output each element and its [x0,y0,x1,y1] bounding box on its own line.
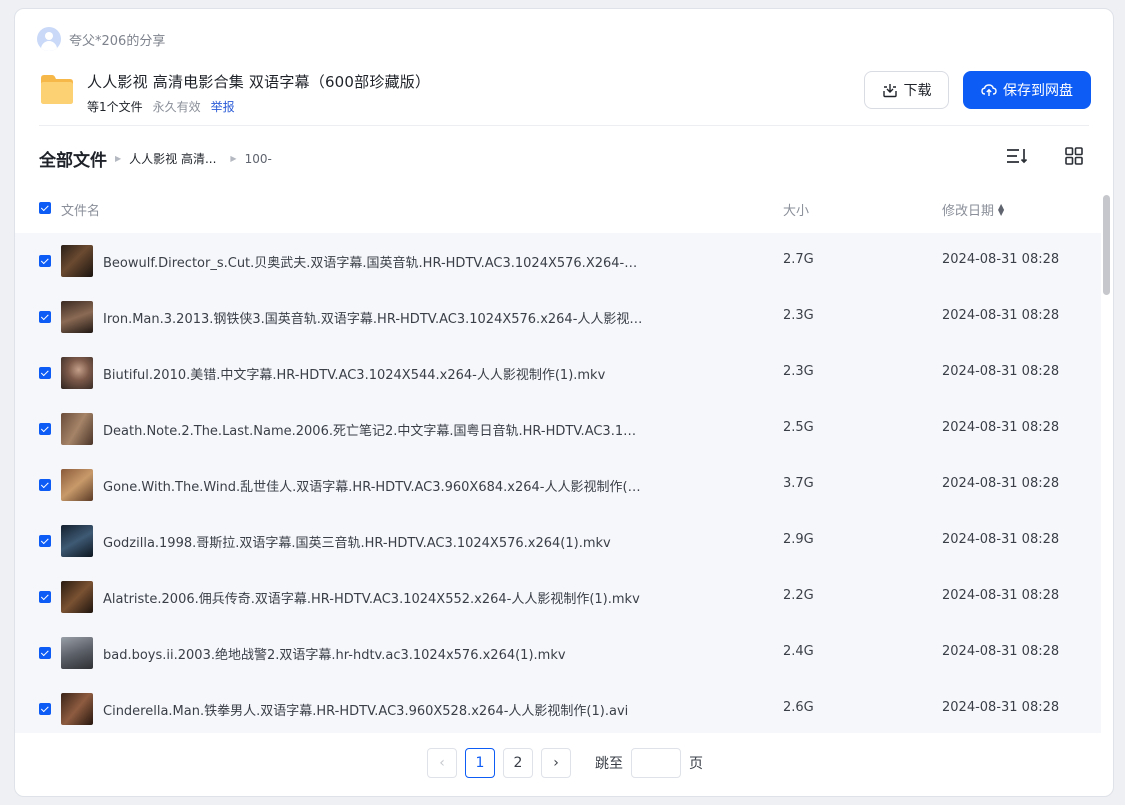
file-size: 2.3G [783,308,814,323]
file-size: 2.7G [783,252,814,267]
report-link[interactable]: 举报 [211,98,235,115]
sharer-name: 夸父*206的分享 [69,33,166,49]
row-checkbox[interactable] [39,703,51,715]
row-checkbox[interactable] [39,479,51,491]
file-size: 2.4G [783,644,814,659]
table-row[interactable]: bad.boys.ii.2003.绝地战警2.双语字幕.hr-hdtv.ac3.… [15,625,1101,681]
breadcrumb: 全部文件 ▶ 人人影视 高清... ▶ 100- [39,146,272,171]
column-header-date-label: 修改日期 [942,204,995,219]
page-button-2[interactable]: 2 [503,748,533,778]
file-name: bad.boys.ii.2003.绝地战警2.双语字幕.hr-hdtv.ac3.… [103,648,566,663]
file-list: Beowulf.Director_s.Cut.贝奥武夫.双语字幕.国英音轨.HR… [15,233,1101,733]
prev-page-button[interactable]: ‹ [427,748,457,778]
file-name: Iron.Man.3.2013.钢铁侠3.国英音轨.双语字幕.HR-HDTV.A… [103,312,643,327]
breadcrumb-item[interactable]: 人人影视 高清... [129,150,216,167]
table-row[interactable]: Cinderella.Man.铁拳男人.双语字幕.HR-HDTV.AC3.960… [15,681,1101,733]
row-checkbox[interactable] [39,367,51,379]
file-name: Gone.With.The.Wind.乱世佳人.双语字幕.HR-HDTV.AC3… [103,480,643,495]
scrollbar-thumb[interactable] [1103,195,1110,295]
column-header-size[interactable]: 大小 [783,200,809,219]
file-name: Biutiful.2010.美错.中文字幕.HR-HDTV.AC3.1024X5… [103,368,606,383]
chevron-right-icon: ▶ [115,154,122,163]
file-date: 2024-08-31 08:28 [942,532,1060,547]
file-date: 2024-08-31 08:28 [942,308,1060,323]
validity-text: 永久有效 [152,100,201,114]
cloud-upload-icon [981,84,997,96]
video-thumbnail-icon [61,301,93,333]
video-thumbnail-icon [61,357,93,389]
row-checkbox[interactable] [39,311,51,323]
table-row[interactable]: Beowulf.Director_s.Cut.贝奥武夫.双语字幕.国英音轨.HR… [15,233,1101,289]
table-row[interactable]: Gone.With.The.Wind.乱世佳人.双语字幕.HR-HDTV.AC3… [15,457,1101,513]
breadcrumb-root[interactable]: 全部文件 [39,146,107,171]
share-meta: 等1个文件 永久有效 举报 [87,98,430,115]
select-all-checkbox[interactable] [39,202,51,214]
table-row[interactable]: Iron.Man.3.2013.钢铁侠3.国英音轨.双语字幕.HR-HDTV.A… [15,289,1101,345]
video-thumbnail-icon [61,581,93,613]
file-date: 2024-08-31 08:28 [942,588,1060,603]
file-date: 2024-08-31 08:28 [942,644,1060,659]
video-thumbnail-icon [61,469,93,501]
file-date: 2024-08-31 08:28 [942,700,1060,715]
row-checkbox[interactable] [39,255,51,267]
download-label: 下载 [903,83,932,99]
video-thumbnail-icon [61,245,93,277]
file-size: 2.2G [783,588,814,603]
download-icon [882,84,897,98]
table-header: 文件名 大小 修改日期 ▲ ▼ [39,197,1101,221]
download-button[interactable]: 下载 [864,71,949,109]
file-date: 2024-08-31 08:28 [942,252,1060,267]
chevron-right-icon: ▶ [230,154,237,163]
file-name: Godzilla.1998.哥斯拉.双语字幕.国英三音轨.HR-HDTV.AC3… [103,536,611,551]
sort-arrows-icon: ▲ ▼ [998,201,1005,217]
video-thumbnail-icon [61,413,93,445]
file-date: 2024-08-31 08:28 [942,476,1060,491]
file-date: 2024-08-31 08:28 [942,420,1060,435]
file-size: 2.6G [783,700,814,715]
file-count: 等1个文件 [87,100,143,114]
save-label: 保存到网盘 [1003,83,1073,99]
share-title-block: 人人影视 高清电影合集 双语字幕（600部珍藏版） 等1个文件 永久有效 举报 [87,71,430,115]
file-size: 2.5G [783,420,814,435]
share-title: 人人影视 高清电影合集 双语字幕（600部珍藏版） [87,73,431,91]
column-header-name[interactable]: 文件名 [61,200,100,219]
next-page-button[interactable]: › [541,748,571,778]
file-name: Alatriste.2006.佣兵传奇.双语字幕.HR-HDTV.AC3.102… [103,592,640,607]
jump-page-suffix: 页 [689,756,703,772]
user-avatar-icon [37,27,61,51]
file-size: 3.7G [783,476,814,491]
sharer-info: 夸父*206的分享 [37,27,165,51]
file-name: Death.Note.2.The.Last.Name.2006.死亡笔记2.中文… [103,424,643,439]
pagination: ‹ 1 2 › 跳至 页 [427,748,703,778]
table-row[interactable]: Alatriste.2006.佣兵传奇.双语字幕.HR-HDTV.AC3.102… [15,569,1101,625]
table-row[interactable]: Death.Note.2.The.Last.Name.2006.死亡笔记2.中文… [15,401,1101,457]
table-row[interactable]: Biutiful.2010.美错.中文字幕.HR-HDTV.AC3.1024X5… [15,345,1101,401]
sort-list-icon[interactable] [1005,145,1029,167]
video-thumbnail-icon [61,637,93,669]
header-divider [39,125,1089,126]
table-row[interactable]: Godzilla.1998.哥斯拉.双语字幕.国英三音轨.HR-HDTV.AC3… [15,513,1101,569]
page-button-1[interactable]: 1 [465,748,495,778]
file-name: Cinderella.Man.铁拳男人.双语字幕.HR-HDTV.AC3.960… [103,704,629,719]
row-checkbox[interactable] [39,647,51,659]
vertical-scrollbar[interactable] [1101,195,1111,735]
grid-view-icon[interactable] [1063,145,1085,167]
video-thumbnail-icon [61,525,93,557]
save-to-drive-button[interactable]: 保存到网盘 [963,71,1091,109]
row-checkbox[interactable] [39,591,51,603]
row-checkbox[interactable] [39,535,51,547]
jump-to-label: 跳至 [595,756,623,772]
file-date: 2024-08-31 08:28 [942,364,1060,379]
share-page-card: 夸父*206的分享 人人影视 高清电影合集 双语字幕（600部珍藏版） 等1个文… [14,8,1114,797]
video-thumbnail-icon [61,693,93,725]
breadcrumb-item-current: 100- [244,151,272,166]
column-header-date[interactable]: 修改日期 ▲ ▼ [942,200,1004,219]
file-name: Beowulf.Director_s.Cut.贝奥武夫.双语字幕.国英音轨.HR… [103,256,643,271]
folder-icon [41,75,73,104]
row-checkbox[interactable] [39,423,51,435]
file-size: 2.3G [783,364,814,379]
file-size: 2.9G [783,532,814,547]
jump-page-input[interactable] [631,748,681,778]
